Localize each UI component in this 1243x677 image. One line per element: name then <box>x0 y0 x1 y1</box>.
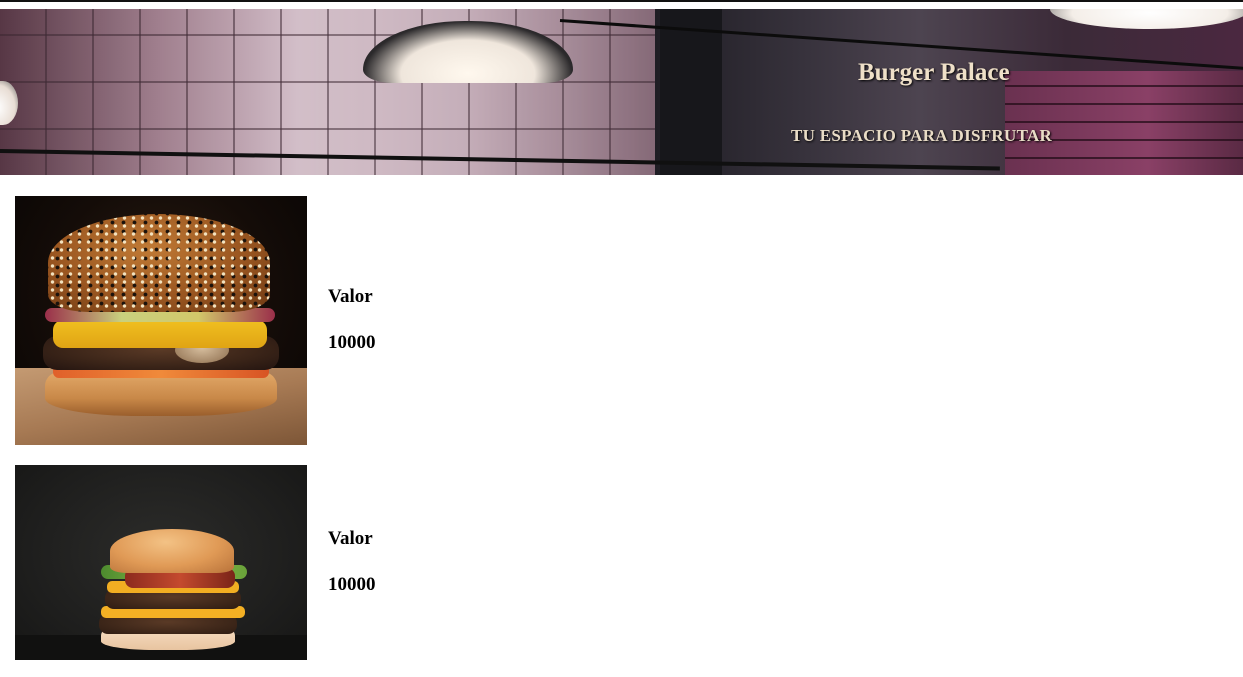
top-border-line <box>0 0 1243 2</box>
banner-background-bricks <box>1005 71 1243 175</box>
burger-sesame-image <box>15 196 307 445</box>
burger-double-image <box>15 465 307 660</box>
header-banner: Burger Palace TU ESPACIO PARA DISFRUTAR <box>0 9 1243 175</box>
price-value: 10000 <box>328 332 376 353</box>
bun-top <box>110 529 234 573</box>
price-value: 10000 <box>328 574 376 595</box>
price-label: Valor <box>328 286 373 307</box>
site-title: Burger Palace <box>858 59 1010 86</box>
cheese-layer <box>53 320 267 348</box>
banner-background-pillar <box>660 9 722 175</box>
site-subtitle: TU ESPACIO PARA DISFRUTAR <box>791 126 1053 145</box>
bun-bottom <box>45 372 277 416</box>
sesame-bun-top <box>48 214 270 312</box>
price-label: Valor <box>328 528 373 549</box>
